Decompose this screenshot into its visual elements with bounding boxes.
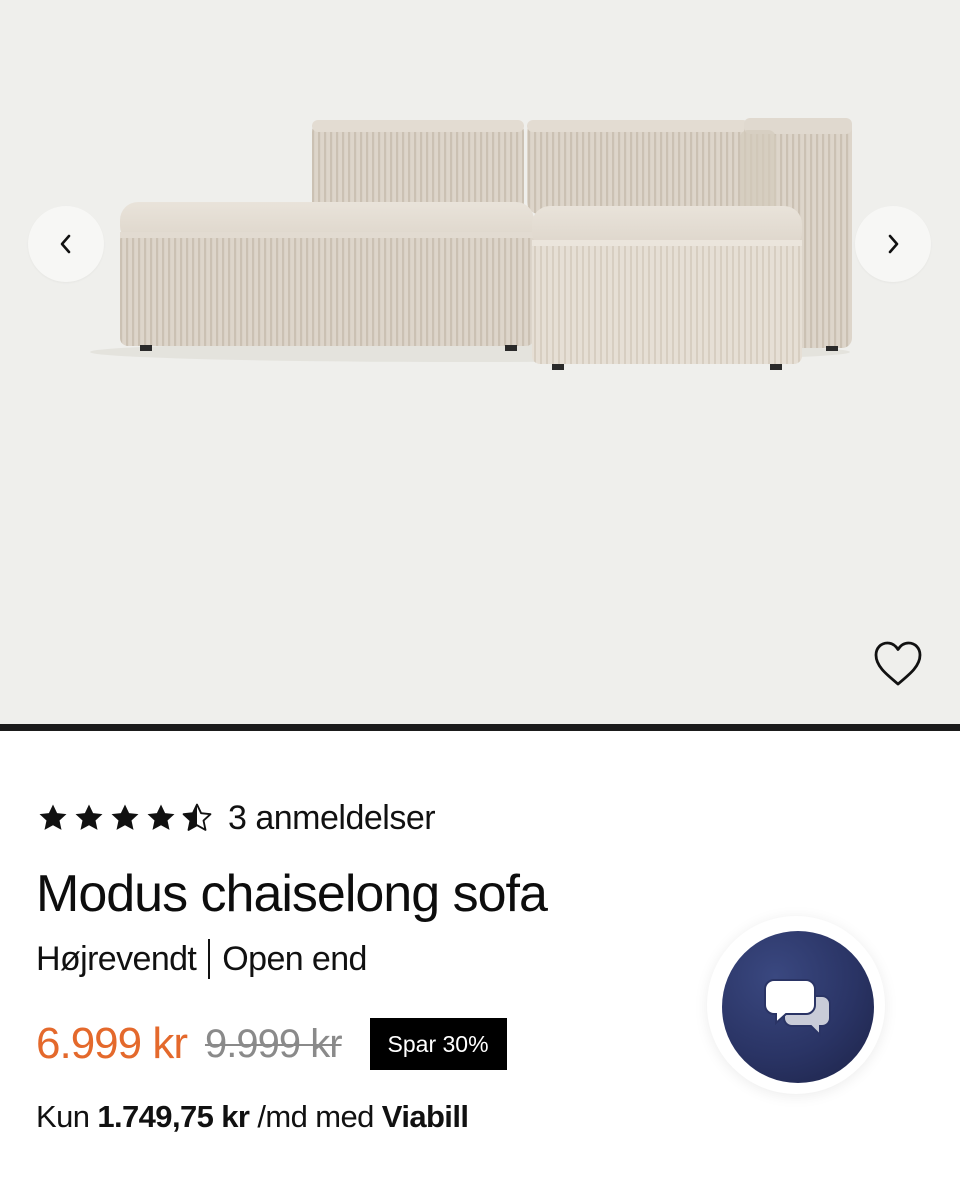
star-half-icon — [182, 803, 212, 831]
financing-info: Kun 1.749,75 kr /md med Viabill — [36, 1094, 469, 1140]
star-filled-icon — [111, 804, 139, 830]
heart-outline-icon[interactable] — [872, 640, 924, 688]
price-row: 6.999 kr 9.999 kr Spar 30% — [36, 1014, 507, 1074]
variant-separator — [208, 939, 211, 979]
reviews-link[interactable]: 3 anmeldelser — [228, 799, 436, 838]
original-price: 9.999 kr — [204, 1021, 343, 1066]
star-rating — [36, 801, 214, 835]
gallery-next-button[interactable] — [855, 206, 931, 282]
financing-provider: Viabill — [381, 1099, 469, 1134]
gallery-prev-button[interactable] — [28, 206, 104, 282]
discount-badge: Spar 30% — [369, 1018, 507, 1070]
chat-button[interactable] — [722, 931, 874, 1083]
chevron-left-icon — [60, 234, 71, 254]
financing-prefix: Kun — [36, 1099, 98, 1134]
gallery-divider — [0, 724, 960, 731]
product-title: Modus chaiselong sofa — [36, 865, 548, 923]
variant-orientation: Højrevendt — [36, 939, 197, 978]
rating-summary: 3 anmeldelser — [36, 796, 436, 840]
star-filled-icon — [75, 804, 103, 830]
financing-amount: 1.749,75 kr — [97, 1099, 250, 1134]
product-variant: Højrevendt Open end — [36, 936, 367, 982]
product-image-gallery[interactable] — [0, 0, 960, 724]
financing-middle: /md med — [249, 1099, 382, 1134]
variant-end: Open end — [222, 939, 367, 978]
star-filled-icon — [39, 804, 67, 830]
chevron-right-icon — [888, 234, 899, 254]
chat-bubbles-icon — [764, 979, 831, 1038]
current-price: 6.999 kr — [36, 1019, 188, 1068]
star-filled-icon — [147, 804, 175, 830]
product-image — [90, 118, 852, 370]
